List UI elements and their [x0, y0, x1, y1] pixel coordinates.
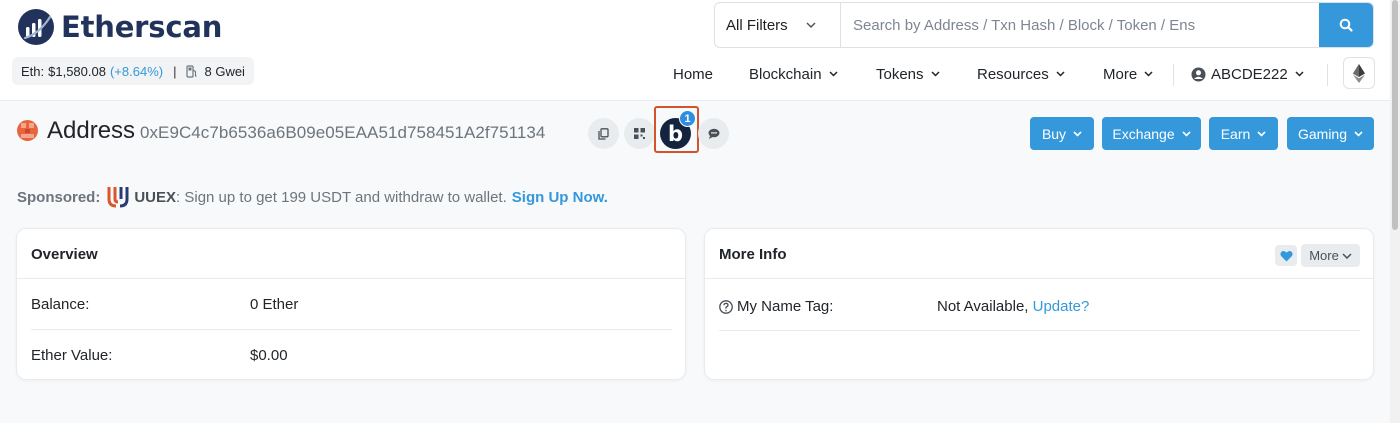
user-circle-icon [1191, 67, 1206, 81]
copy-icon [598, 127, 609, 140]
site-header: Etherscan Eth: $1,580.08 (+8.64%) | 8 Gw… [0, 0, 1400, 101]
nav-home[interactable]: Home [673, 58, 713, 90]
overview-card-header: Overview [17, 229, 685, 279]
chevron-down-icon [931, 71, 940, 77]
ether-value-label: Ether Value: [31, 347, 113, 364]
nav-user-menu[interactable]: ABCDE222 [1191, 58, 1304, 90]
name-tag-row: My Name Tag: [719, 298, 833, 315]
sponsored-banner: Sponsored: UUEX : Sign up to get 199 USD… [17, 185, 608, 209]
gaming-button[interactable]: Gaming [1287, 117, 1374, 150]
heart-icon [1279, 250, 1293, 261]
gaming-label: Gaming [1297, 125, 1348, 142]
chevron-down-icon [829, 71, 838, 77]
search-bar: All Filters [714, 2, 1374, 48]
uuex-logo-icon[interactable] [107, 185, 129, 209]
nav-home-label: Home [673, 65, 714, 83]
more-info-card: More Info More My Name Tag: Not Availabl… [704, 228, 1374, 380]
chevron-down-icon [1354, 130, 1363, 137]
scrollbar-thumb[interactable] [1392, 0, 1398, 230]
nav-user-label: ABCDE222 [1211, 65, 1288, 83]
update-name-tag-link[interactable]: Update? [1033, 298, 1090, 315]
chat-bubble-icon [708, 128, 719, 139]
search-input[interactable] [841, 3, 1319, 47]
question-circle-icon[interactable] [719, 299, 733, 314]
copy-address-button[interactable] [588, 118, 619, 149]
search-button[interactable] [1319, 3, 1373, 47]
name-tag-value-wrap: Not Available, Update? [937, 298, 1089, 315]
ethereum-icon [1353, 63, 1365, 83]
nav-more-label: More [1103, 65, 1138, 83]
name-tag-label: My Name Tag: [737, 298, 834, 315]
nav-divider [1173, 64, 1174, 86]
ether-value: $0.00 [250, 347, 288, 364]
nav-resources-label: Resources [977, 65, 1049, 83]
identicon-icon [21, 123, 34, 138]
brand-name: Etherscan [61, 10, 223, 44]
chevron-down-icon [1342, 252, 1352, 259]
etherscan-logo-icon [18, 9, 54, 45]
gas-pump-icon [186, 64, 198, 78]
nav-resources[interactable]: Resources [977, 58, 1065, 90]
balance-value: 0 Ether [250, 296, 299, 313]
nav-blockchain[interactable]: Blockchain [749, 58, 838, 90]
comment-button[interactable] [698, 118, 729, 149]
sponsor-message: : Sign up to get 199 USDT and withdraw t… [176, 188, 507, 206]
address-identicon [17, 120, 38, 141]
buy-label: Buy [1041, 125, 1067, 142]
notification-badge: 1 [679, 110, 696, 127]
chevron-down-icon [1257, 130, 1266, 137]
ticker-separator: | [173, 63, 177, 79]
chevron-down-icon [1295, 71, 1304, 77]
nav-tokens[interactable]: Tokens [876, 58, 940, 90]
nav-divider [1327, 64, 1328, 86]
overview-card: Overview Balance: 0 Ether Ether Value: $… [16, 228, 686, 380]
eth-price-change: (+8.64%) [109, 63, 164, 79]
chevron-down-icon [1182, 130, 1191, 137]
qr-code-button[interactable] [624, 118, 655, 149]
eth-price-ticker: Eth: $1,580.08 (+8.64%) | 8 Gwei [12, 57, 254, 85]
search-icon [1339, 18, 1353, 32]
search-filter-label: All Filters [726, 16, 788, 34]
earn-button[interactable]: Earn [1209, 117, 1278, 150]
sponsor-signup-link[interactable]: Sign Up Now. [512, 189, 608, 206]
sponsored-label: Sponsored: [17, 188, 101, 206]
nav-tokens-label: Tokens [876, 65, 924, 83]
chevron-down-icon [1056, 71, 1065, 77]
blockscan-letter: b [667, 121, 684, 146]
earn-label: Earn [1220, 125, 1251, 142]
chevron-down-icon [1144, 71, 1153, 77]
more-info-title: More Info [719, 246, 787, 263]
eth-price-value: $1,580.08 [48, 63, 106, 79]
sponsor-brand[interactable]: UUEX [134, 189, 176, 206]
row-divider [719, 330, 1360, 331]
search-filter-select[interactable]: All Filters [715, 3, 841, 47]
address-hash: 0xE9C4c7b6536a6B09e05EAA51d758451A2f7511… [140, 123, 546, 142]
etherscan-logo[interactable]: Etherscan [17, 8, 222, 46]
more-options-label: More [1309, 248, 1339, 263]
nav-blockchain-label: Blockchain [749, 65, 822, 83]
exchange-label: Exchange [1112, 125, 1175, 142]
gas-price[interactable]: 8 Gwei [204, 64, 244, 79]
eth-price-label: Eth: [21, 63, 45, 79]
chevron-down-icon [1073, 130, 1082, 137]
more-options-button[interactable]: More [1301, 244, 1360, 267]
overview-title: Overview [31, 246, 98, 263]
page-title: Address [47, 117, 136, 144]
buy-button[interactable]: Buy [1030, 117, 1094, 150]
balance-label: Balance: [31, 296, 90, 313]
watchlist-button[interactable] [1275, 245, 1297, 266]
qr-code-icon [634, 128, 645, 139]
exchange-button[interactable]: Exchange [1102, 117, 1201, 150]
network-switch-button[interactable] [1343, 57, 1375, 89]
more-info-card-header: More Info More [705, 229, 1373, 279]
nav-more[interactable]: More [1103, 58, 1153, 90]
chevron-down-icon [806, 21, 816, 28]
name-tag-value: Not Available, [937, 298, 1029, 315]
row-divider [31, 329, 672, 330]
